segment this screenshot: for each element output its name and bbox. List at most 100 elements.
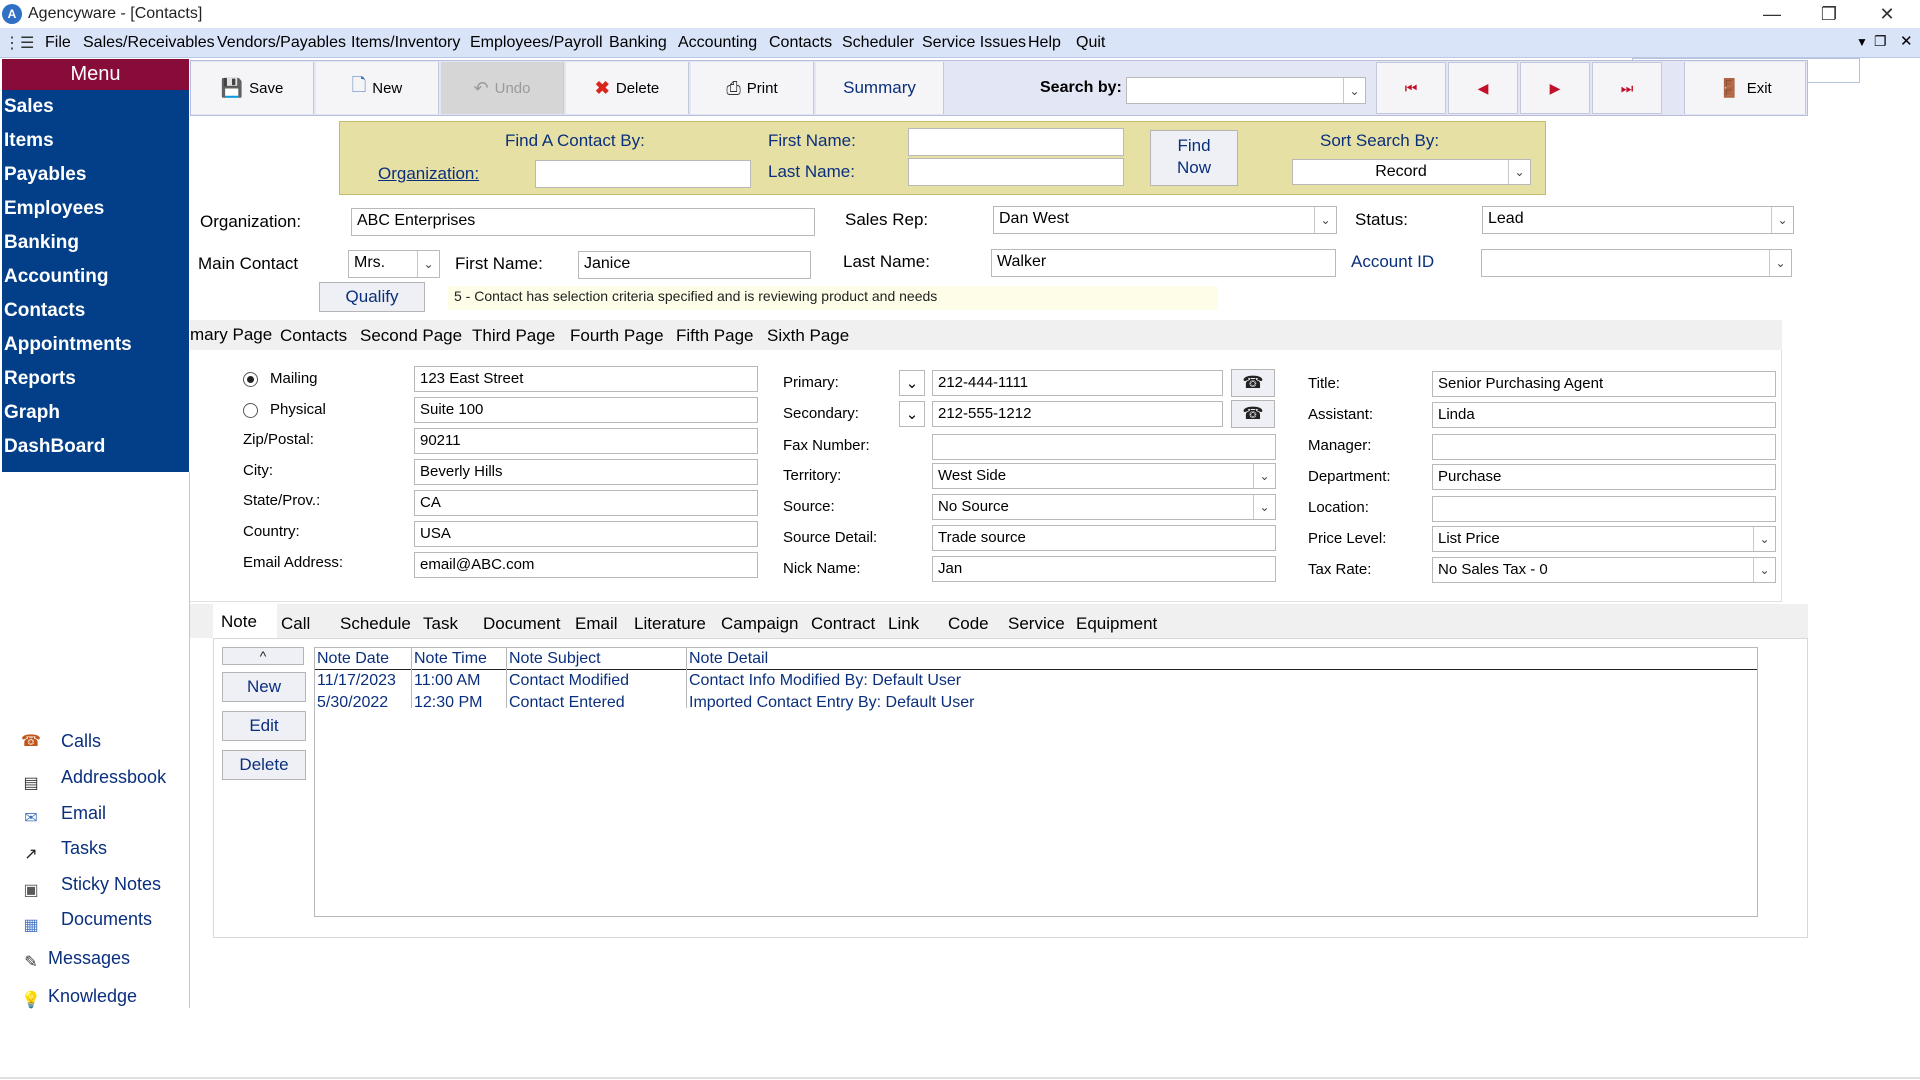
save-button[interactable]: 💾 Save bbox=[191, 62, 314, 114]
column-header-note-time[interactable]: Note Time bbox=[414, 650, 487, 668]
mdi-close-icon[interactable]: ✕ bbox=[1900, 32, 1913, 50]
city-field[interactable]: Beverly Hills bbox=[414, 459, 758, 485]
find-organization-input[interactable] bbox=[535, 160, 751, 188]
note-row-2-detail[interactable]: Imported Contact Entry By: Default User bbox=[689, 694, 974, 712]
tab-code[interactable]: Code bbox=[948, 614, 989, 634]
mailing-radio[interactable] bbox=[243, 372, 258, 387]
nav-menu-header[interactable]: Menu bbox=[2, 59, 189, 90]
secondary-phone-type-dropdown[interactable]: ⌄ bbox=[899, 401, 925, 427]
tab-service[interactable]: Service bbox=[1008, 614, 1065, 634]
chevron-down-icon[interactable]: ⌄ bbox=[1343, 78, 1365, 103]
fax-field[interactable] bbox=[932, 434, 1276, 460]
scroll-up-button[interactable]: ^ bbox=[222, 647, 304, 665]
tab-fifth-page[interactable]: Fifth Page bbox=[676, 326, 754, 346]
sidebar-link-documents[interactable]: Documents bbox=[61, 909, 152, 930]
assistant-field[interactable]: Linda bbox=[1432, 402, 1776, 428]
nav-item-sales[interactable]: Sales bbox=[4, 96, 54, 118]
delete-note-button[interactable]: Delete bbox=[222, 750, 306, 780]
sales-rep-select[interactable]: Dan West ⌄ bbox=[993, 206, 1337, 234]
menu-vendors-payables[interactable]: Vendors/Payables bbox=[217, 34, 346, 52]
nav-item-payables[interactable]: Payables bbox=[4, 164, 86, 186]
find-first-name-input[interactable] bbox=[908, 128, 1124, 156]
edit-note-button[interactable]: Edit bbox=[222, 711, 306, 741]
tab-primary-page[interactable]: mary Page bbox=[190, 325, 272, 345]
source-detail-field[interactable]: Trade source bbox=[932, 525, 1276, 551]
tab-document[interactable]: Document bbox=[483, 614, 560, 634]
sidebar-link-tasks[interactable]: Tasks bbox=[61, 838, 107, 859]
job-title-field[interactable]: Senior Purchasing Agent bbox=[1432, 371, 1776, 397]
nav-item-dashboard[interactable]: DashBoard bbox=[4, 436, 105, 458]
first-record-button[interactable]: ⏮ bbox=[1376, 62, 1446, 114]
location-field[interactable] bbox=[1432, 496, 1776, 522]
previous-record-button[interactable]: ◀ bbox=[1448, 62, 1518, 114]
sort-search-select[interactable]: Record ⌄ bbox=[1292, 159, 1531, 185]
chevron-down-icon[interactable]: ⌄ bbox=[1769, 250, 1791, 276]
nav-item-items[interactable]: Items bbox=[4, 130, 54, 152]
menu-employees-payroll[interactable]: Employees/Payroll bbox=[470, 34, 603, 52]
manager-field[interactable] bbox=[1432, 434, 1776, 460]
tab-campaign[interactable]: Campaign bbox=[721, 614, 799, 634]
sidebar-link-email[interactable]: Email bbox=[61, 803, 106, 824]
state-field[interactable]: CA bbox=[414, 490, 758, 516]
organization-field[interactable]: ABC Enterprises bbox=[351, 208, 815, 236]
nav-item-graph[interactable]: Graph bbox=[4, 402, 60, 424]
note-row-2-time[interactable]: 12:30 PM bbox=[414, 694, 482, 712]
salutation-select[interactable]: Mrs. ⌄ bbox=[348, 250, 440, 278]
find-last-name-input[interactable] bbox=[908, 158, 1124, 186]
menu-banking[interactable]: Banking bbox=[609, 34, 667, 52]
menu-accounting[interactable]: Accounting bbox=[678, 34, 757, 52]
print-button[interactable]: ⎙ Print bbox=[691, 62, 814, 114]
note-row-2-date[interactable]: 5/30/2022 bbox=[317, 694, 388, 712]
menu-quit[interactable]: Quit bbox=[1076, 34, 1105, 52]
physical-radio[interactable] bbox=[243, 403, 258, 418]
sidebar-link-messages[interactable]: Messages bbox=[48, 948, 130, 969]
new-button[interactable]: 🗋 New bbox=[316, 62, 439, 114]
department-field[interactable]: Purchase bbox=[1432, 464, 1776, 490]
note-row-1-subject[interactable]: Contact Modified bbox=[509, 672, 629, 690]
tab-contacts[interactable]: Contacts bbox=[280, 326, 347, 346]
restore-button[interactable]: ❐ bbox=[1805, 2, 1853, 26]
nav-item-banking[interactable]: Banking bbox=[4, 232, 79, 254]
chevron-down-icon[interactable]: ⌄ bbox=[1314, 207, 1336, 233]
country-field[interactable]: USA bbox=[414, 521, 758, 547]
close-button[interactable]: ✕ bbox=[1863, 2, 1911, 26]
secondary-phone-field[interactable]: 212-555-1212 bbox=[932, 401, 1223, 427]
address-line1-field[interactable]: 123 East Street bbox=[414, 366, 758, 392]
menu-file[interactable]: File bbox=[45, 34, 71, 52]
tab-second-page[interactable]: Second Page bbox=[360, 326, 462, 346]
price-level-select[interactable]: List Price ⌄ bbox=[1432, 526, 1776, 552]
menu-service-issues[interactable]: Service Issues bbox=[922, 34, 1026, 52]
address-line2-field[interactable]: Suite 100 bbox=[414, 397, 758, 423]
tab-third-page[interactable]: Third Page bbox=[472, 326, 555, 346]
chevron-down-icon[interactable]: ⌄ bbox=[1253, 464, 1275, 488]
chevron-down-icon[interactable]: ⌄ bbox=[1753, 558, 1775, 582]
menu-contacts[interactable]: Contacts bbox=[769, 34, 832, 52]
nav-item-accounting[interactable]: Accounting bbox=[4, 266, 109, 288]
menu-sales-receivables[interactable]: Sales/Receivables bbox=[83, 34, 215, 52]
new-note-button[interactable]: New bbox=[222, 672, 306, 702]
mdi-restore-icon[interactable]: ❐ bbox=[1874, 33, 1887, 50]
chevron-down-icon[interactable]: ⌄ bbox=[1253, 495, 1275, 519]
summary-button[interactable]: Summary bbox=[816, 62, 944, 114]
nav-item-contacts[interactable]: Contacts bbox=[4, 300, 85, 322]
exit-button[interactable]: 🚪 Exit bbox=[1684, 62, 1806, 114]
last-name-field[interactable]: Walker bbox=[991, 249, 1336, 277]
menu-help[interactable]: Help bbox=[1028, 34, 1061, 52]
note-row-1-time[interactable]: 11:00 AM bbox=[414, 672, 480, 690]
account-id-select[interactable]: ⌄ bbox=[1481, 249, 1792, 277]
dial-secondary-button[interactable]: ☎ bbox=[1231, 400, 1275, 428]
tab-note[interactable]: Note bbox=[221, 612, 257, 632]
column-header-note-detail[interactable]: Note Detail bbox=[689, 650, 768, 668]
search-by-select[interactable]: ⌄ bbox=[1126, 77, 1366, 104]
menu-items-inventory[interactable]: Items/Inventory bbox=[351, 34, 460, 52]
primary-phone-type-dropdown[interactable]: ⌄ bbox=[899, 370, 925, 396]
nick-name-field[interactable]: Jan bbox=[932, 556, 1276, 582]
chevron-down-icon[interactable]: ⌄ bbox=[1508, 160, 1530, 184]
undo-button[interactable]: ↶ Undo bbox=[441, 62, 564, 114]
tab-contract[interactable]: Contract bbox=[811, 614, 875, 634]
sidebar-link-sticky-notes[interactable]: Sticky Notes bbox=[61, 874, 161, 895]
dial-primary-button[interactable]: ☎ bbox=[1231, 369, 1275, 397]
column-header-note-subject[interactable]: Note Subject bbox=[509, 650, 601, 668]
zip-field[interactable]: 90211 bbox=[414, 428, 758, 454]
tab-equipment[interactable]: Equipment bbox=[1076, 614, 1157, 634]
